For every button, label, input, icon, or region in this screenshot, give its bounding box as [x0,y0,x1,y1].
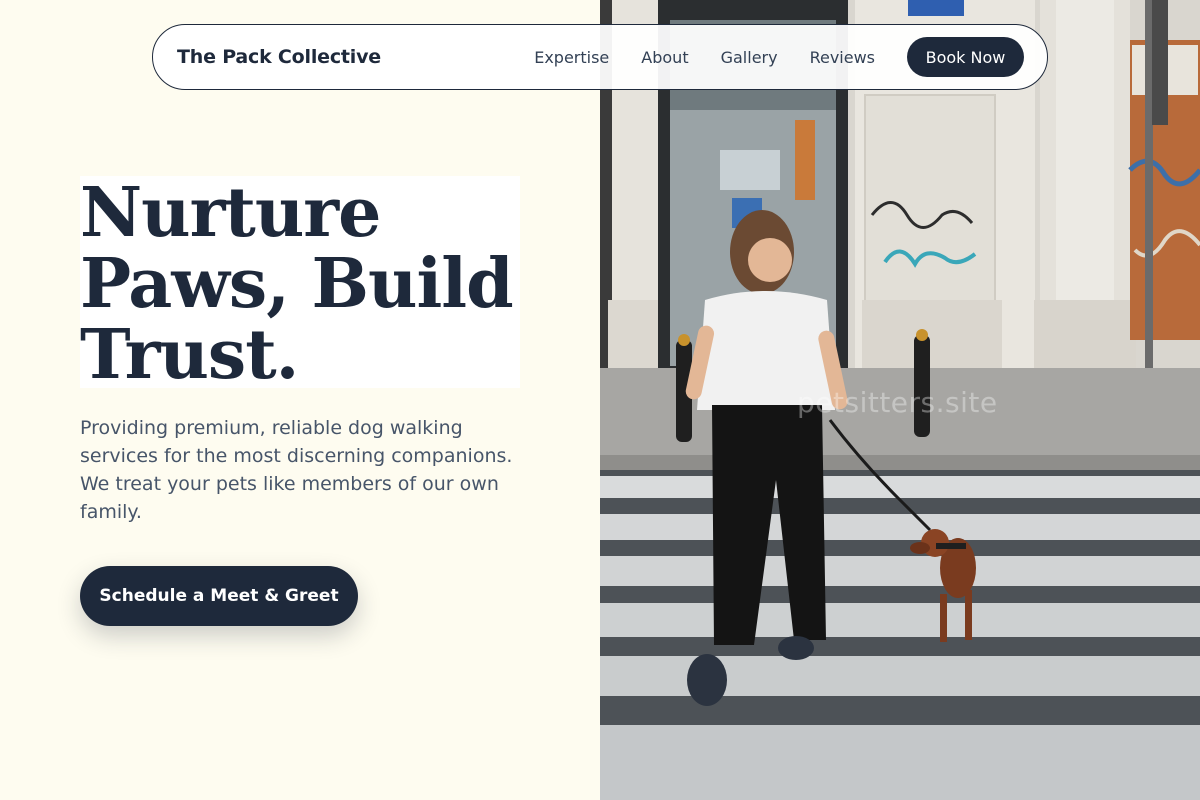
hero-subtitle: Providing premium, reliable dog walking … [80,414,530,526]
hero-title: Nurture Paws, Build Trust. [80,178,520,391]
nav-link-about[interactable]: About [641,48,688,67]
nav-link-gallery[interactable]: Gallery [721,48,778,67]
hero-title-line: Paws, Build [80,244,514,324]
schedule-meet-greet-button[interactable]: Schedule a Meet & Greet [80,566,358,626]
brand-logo[interactable]: The Pack Collective [177,46,381,68]
hero-title-line: Trust. [80,315,299,395]
hero-left-panel: Nurture Paws, Build Trust. Providing pre… [0,0,600,800]
hero-subtitle-line: services for the most discerning compani… [80,445,513,467]
book-now-button[interactable]: Book Now [907,37,1024,77]
hero-subtitle-line: family. [80,501,142,523]
nav-link-expertise[interactable]: Expertise [534,48,609,67]
hero-subtitle-line: We treat your pets like members of our o… [80,473,499,495]
watermark-text: petsitters.site [797,386,998,419]
nav-link-reviews[interactable]: Reviews [810,48,875,67]
top-navigation: The Pack Collective Expertise About Gall… [152,24,1048,90]
nav-links: Expertise About Gallery Reviews Book Now [534,37,1024,77]
hero-subtitle-line: Providing premium, reliable dog walking [80,417,463,439]
hero-title-line: Nurture [80,173,381,253]
